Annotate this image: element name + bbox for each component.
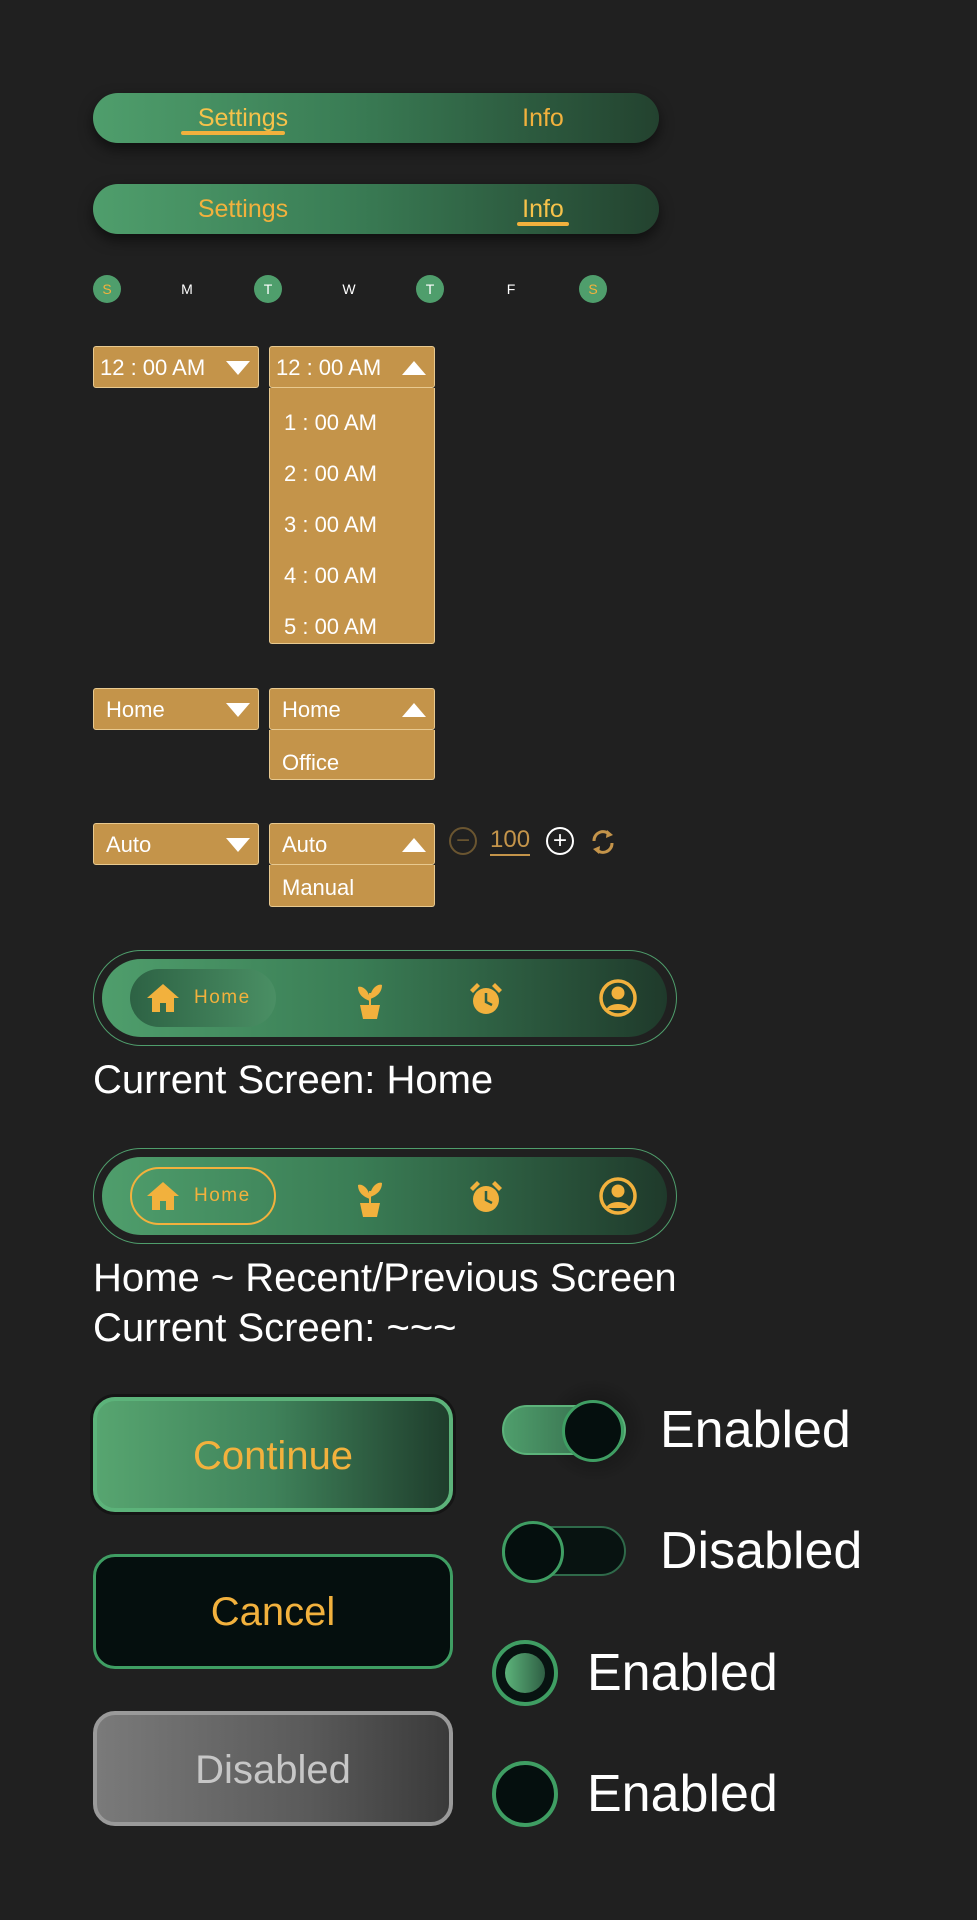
continue-button[interactable]: Continue (93, 1397, 453, 1512)
tab-settings[interactable]: Settings (173, 184, 313, 234)
location-dropdown-value: Home (106, 697, 165, 722)
tab-info[interactable]: Info (493, 184, 593, 234)
current-screen-caption: Current Screen: ~~~ (93, 1306, 457, 1350)
mode-dropdown-value: Auto (282, 832, 328, 857)
plant-icon[interactable] (356, 979, 384, 1019)
tab-settings-label: Settings (197, 104, 289, 132)
radio-selected-label: Enabled (587, 1644, 778, 1702)
radio-unselected-label: Enabled (587, 1765, 778, 1823)
tab-info-label: Info (522, 104, 564, 132)
time-option[interactable]: 5 : 00 AM (284, 614, 377, 640)
time-dropdown-value: 12 : 00 AM (276, 355, 382, 380)
mode-dropdown-closed[interactable]: Auto (93, 823, 259, 865)
toggle-enabled-label: Enabled (660, 1401, 851, 1459)
refresh-icon[interactable] (587, 827, 619, 857)
location-option[interactable]: Office (282, 750, 339, 776)
tab-active-indicator (517, 222, 569, 226)
day-monday[interactable]: M (173, 275, 201, 303)
chevron-down-icon (226, 838, 250, 852)
home-icon (147, 1182, 179, 1210)
tab-settings-label: Settings (197, 195, 289, 223)
time-dropdown-value: 12 : 00 AM (100, 355, 206, 380)
radio-dot (505, 1653, 545, 1693)
nav-home-label: Home (194, 987, 251, 1008)
radio-unselected[interactable] (492, 1761, 558, 1827)
mode-dropdown-list: Manual (269, 865, 435, 907)
home-icon (147, 984, 179, 1012)
toggle-disabled[interactable] (502, 1521, 626, 1583)
user-icon[interactable] (598, 1176, 638, 1216)
day-tuesday[interactable]: T (254, 275, 282, 303)
alarm-clock-icon[interactable] (468, 981, 504, 1017)
plant-icon[interactable] (356, 1177, 384, 1217)
user-icon[interactable] (598, 978, 638, 1018)
mode-dropdown-value: Auto (106, 832, 152, 857)
cancel-button[interactable]: Cancel (93, 1554, 453, 1669)
day-saturday[interactable]: S (579, 275, 607, 303)
location-dropdown-closed[interactable]: Home (93, 688, 259, 730)
day-friday[interactable]: F (497, 275, 525, 303)
location-dropdown-open[interactable]: Home (269, 688, 435, 730)
mode-dropdown-open[interactable]: Auto (269, 823, 435, 865)
time-dropdown-open[interactable]: 12 : 00 AM (269, 346, 435, 388)
nav-item-home[interactable]: Home (130, 1167, 276, 1225)
time-option[interactable]: 4 : 00 AM (284, 563, 377, 589)
minus-icon: − (455, 827, 470, 854)
alarm-clock-icon[interactable] (468, 1179, 504, 1215)
tab-info[interactable]: Info (493, 93, 593, 143)
tab-active-indicator (181, 131, 285, 135)
tab-bar-primary: Settings Info (93, 93, 659, 143)
chevron-down-icon (226, 361, 250, 375)
toggle-knob (502, 1521, 564, 1583)
plus-icon: + (552, 827, 567, 854)
chevron-up-icon (402, 703, 426, 717)
toggle-knob (562, 1400, 624, 1462)
chevron-up-icon (402, 838, 426, 852)
stepper-value[interactable]: 100 (490, 826, 531, 856)
time-option[interactable]: 3 : 00 AM (284, 512, 377, 538)
toggle-disabled-label: Disabled (660, 1522, 863, 1580)
day-thursday[interactable]: T (416, 275, 444, 303)
chevron-down-icon (226, 703, 250, 717)
bottom-nav-secondary: Home (93, 1148, 677, 1244)
nav-item-home[interactable]: Home (130, 969, 276, 1027)
tab-settings[interactable]: Settings (173, 93, 313, 143)
time-dropdown-closed[interactable]: 12 : 00 AM (93, 346, 259, 388)
toggle-enabled[interactable] (502, 1400, 626, 1462)
nav-home-label: Home (194, 1185, 251, 1206)
location-dropdown-list: Office (269, 730, 435, 780)
nav-bar: Home (102, 1157, 667, 1235)
time-dropdown-list: 1 : 00 AM 2 : 00 AM 3 : 00 AM 4 : 00 AM … (269, 388, 435, 644)
current-screen-caption: Current Screen: Home (93, 1058, 494, 1102)
time-option[interactable]: 2 : 00 AM (284, 461, 377, 487)
radio-selected[interactable] (492, 1640, 558, 1706)
day-sunday[interactable]: S (93, 275, 121, 303)
tab-info-label: Info (522, 195, 564, 223)
disabled-button: Disabled (93, 1711, 453, 1826)
nav-bar: Home (102, 959, 667, 1037)
recent-screen-caption: Home ~ Recent/Previous Screen (93, 1256, 677, 1300)
chevron-up-icon (402, 361, 426, 375)
mode-option[interactable]: Manual (282, 875, 354, 901)
location-dropdown-value: Home (282, 697, 341, 722)
day-wednesday[interactable]: W (335, 275, 363, 303)
increment-button[interactable]: + (546, 827, 574, 855)
tab-bar-secondary: Settings Info (93, 184, 659, 234)
time-option[interactable]: 1 : 00 AM (284, 410, 377, 436)
bottom-nav-primary: Home (93, 950, 677, 1046)
decrement-button[interactable]: − (449, 827, 477, 855)
